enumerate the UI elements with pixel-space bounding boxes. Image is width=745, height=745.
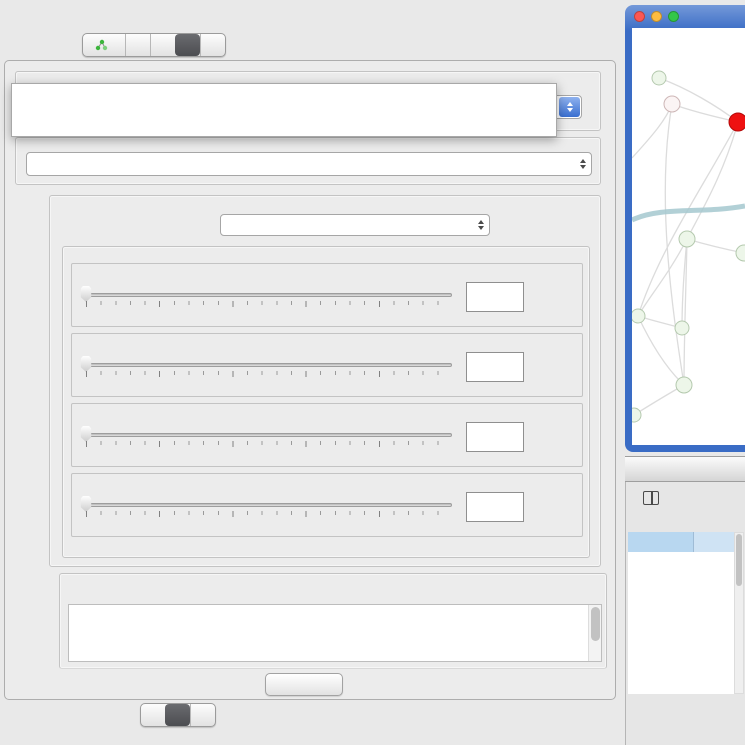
scrollbar-thumb[interactable] — [591, 607, 600, 641]
threshold-3-value-field[interactable] — [466, 422, 524, 452]
dropdown-prompt — [12, 84, 556, 102]
cyni-toolbox-panel — [4, 60, 616, 700]
apply-button[interactable] — [265, 673, 343, 696]
zoom-traffic-icon[interactable] — [668, 11, 679, 22]
scrollbar-thumb[interactable] — [736, 534, 742, 586]
slider-tick-labels — [86, 309, 452, 321]
threshold-1-value-field[interactable] — [466, 282, 524, 312]
column-header-shared-name[interactable] — [628, 532, 694, 552]
network-node-gal80[interactable] — [664, 96, 680, 112]
network-node[interactable] — [736, 245, 745, 261]
slider-thumb[interactable] — [80, 496, 93, 512]
network-node[interactable] — [632, 408, 641, 422]
slider-major-ticks — [86, 441, 452, 447]
slider-major-ticks — [86, 371, 452, 377]
network-edge[interactable] — [638, 239, 687, 316]
threshold-4-value-field[interactable] — [466, 492, 524, 522]
table-data-group — [15, 137, 601, 185]
network-view-window — [625, 5, 745, 452]
combobox-arrows-icon[interactable] — [575, 153, 591, 175]
slider-tick-labels — [86, 379, 452, 391]
threshold-2-slider[interactable] — [86, 354, 452, 394]
window-controls — [634, 11, 679, 22]
slider-thumb[interactable] — [80, 286, 93, 302]
threshold-4-group — [71, 473, 583, 537]
tab-infer-network[interactable] — [190, 704, 215, 726]
algorithm-dropdown-popup — [11, 83, 557, 137]
number-of-intervals-combobox[interactable] — [220, 214, 490, 236]
slider-thumb[interactable] — [80, 426, 93, 442]
threshold-2-group — [71, 333, 583, 397]
threshold-1-slider[interactable] — [86, 284, 452, 324]
combobox-arrows-icon[interactable] — [559, 97, 580, 117]
network-edge[interactable] — [672, 104, 738, 122]
slider-thumb[interactable] — [80, 356, 93, 372]
network-edge[interactable] — [687, 122, 738, 239]
slider-track[interactable] — [86, 363, 452, 367]
table-panel — [625, 482, 745, 745]
table-toolbar — [633, 485, 669, 511]
list-scrollbar[interactable] — [588, 605, 601, 661]
threshold-coordinates-group — [62, 246, 590, 558]
slider-tick-labels — [86, 519, 452, 531]
table-panel-titlebar — [625, 456, 745, 482]
control-panel-titlebar — [0, 0, 620, 26]
network-nodes — [632, 71, 745, 422]
threshold-3-slider[interactable] — [86, 424, 452, 464]
threshold-1-group — [71, 263, 583, 327]
column-header-name[interactable] — [694, 532, 735, 552]
threshold-4-slider[interactable] — [86, 494, 452, 534]
slider-track[interactable] — [86, 503, 452, 507]
tab-impute-data[interactable] — [141, 704, 165, 726]
network-node[interactable] — [675, 321, 689, 335]
network-icon — [95, 39, 108, 51]
network-node-gal4[interactable] — [679, 231, 695, 247]
slider-track[interactable] — [86, 293, 452, 297]
slider-major-ticks — [86, 511, 452, 517]
tab-select[interactable] — [150, 34, 175, 56]
threshold-2-value-field[interactable] — [466, 352, 524, 382]
network-node-selected[interactable] — [729, 113, 745, 131]
tab-discretize-data[interactable] — [165, 704, 190, 726]
network-edge[interactable] — [634, 385, 684, 415]
slider-track[interactable] — [86, 433, 452, 437]
network-edge-thick[interactable] — [632, 206, 745, 220]
tab-jactivemnodules[interactable] — [200, 34, 225, 56]
bottom-tab-bar — [140, 703, 216, 727]
minimize-traffic-icon[interactable] — [651, 11, 662, 22]
table-data-combobox[interactable] — [26, 152, 592, 176]
combobox-arrows-icon[interactable] — [473, 215, 489, 235]
control-panel-tab-bar — [82, 33, 226, 57]
network-node-hap2[interactable] — [676, 377, 692, 393]
threshold-3-group — [71, 403, 583, 467]
network-node-gcy1[interactable] — [632, 309, 645, 323]
network-edge[interactable] — [638, 122, 738, 316]
network-node[interactable] — [652, 71, 666, 85]
dropdown-option-manual-discretization[interactable] — [12, 102, 556, 119]
tab-network[interactable] — [83, 34, 125, 56]
network-edge[interactable] — [687, 239, 744, 253]
columns-icon[interactable] — [643, 491, 659, 505]
network-edge[interactable] — [632, 104, 672, 158]
table-header-row — [628, 532, 735, 552]
dropdown-option-equal-width-frequency[interactable] — [12, 119, 556, 136]
interval-definition-group — [49, 195, 601, 567]
tab-style[interactable] — [125, 34, 150, 56]
network-canvas[interactable] — [632, 28, 745, 445]
tab-cyni-toolbox[interactable] — [175, 34, 200, 56]
node-table — [628, 532, 735, 694]
slider-tick-labels — [86, 449, 452, 461]
slider-major-ticks — [86, 301, 452, 307]
numerical-attributes-list[interactable] — [68, 604, 602, 662]
table-scrollbar[interactable] — [734, 532, 744, 694]
close-traffic-icon[interactable] — [634, 11, 645, 22]
attributes-to-discretize-group — [59, 573, 607, 669]
